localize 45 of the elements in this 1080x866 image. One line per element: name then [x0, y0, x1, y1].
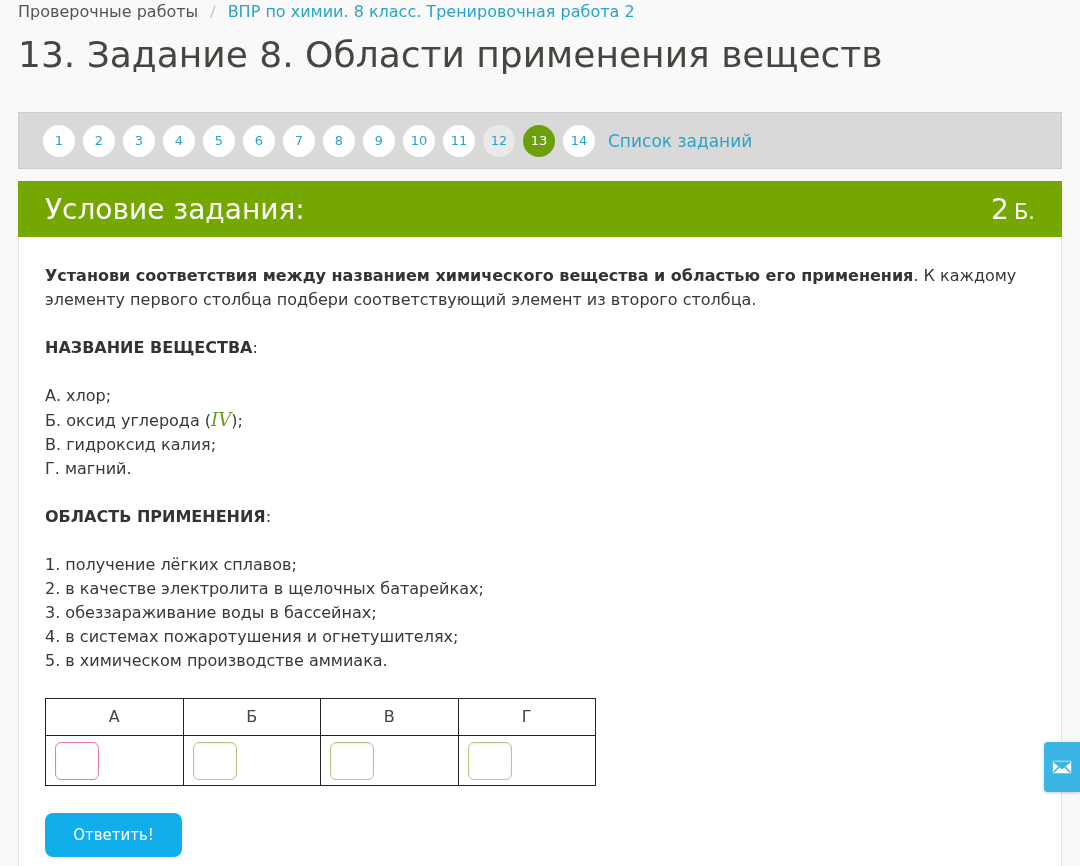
task-number-button[interactable]: 4 — [163, 124, 195, 157]
mail-button[interactable] — [1044, 742, 1080, 792]
task-number-button[interactable]: 7 — [283, 124, 315, 157]
answer-box[interactable] — [192, 741, 237, 780]
table-header-cell: А — [45, 698, 183, 736]
task-list-link[interactable]: Список заданий — [608, 130, 753, 151]
breadcrumb-item: Проверочные работы — [18, 1, 199, 23]
points-value: 2 — [991, 192, 1009, 226]
task-number-button[interactable]: 8 — [323, 124, 355, 157]
list-item-text: А. хлор; — [45, 385, 113, 407]
task-number-button[interactable]: 11 — [443, 124, 475, 157]
list-item-text: 4. в системах пожаротушения и огнетушителях; — [45, 626, 460, 648]
task-number-button[interactable]: 3 — [123, 124, 155, 157]
points-unit: Б. — [1013, 199, 1035, 224]
section-heading: ОБЛАСТЬ ПРИМЕНЕНИЯ: — [45, 506, 273, 528]
task-number-button[interactable]: 9 — [363, 124, 395, 157]
envelope-icon — [1052, 760, 1072, 774]
submit-button[interactable]: Ответить! — [45, 813, 182, 857]
section-heading: НАЗВАНИЕ ВЕЩЕСТВА: — [45, 337, 259, 359]
task-heading: Условие задания: — [45, 192, 305, 226]
table-header-cell: Г — [458, 698, 596, 736]
breadcrumb-link[interactable]: ВПР по химии. 8 класс. Тренировочная работа 2 — [227, 0, 635, 24]
task-number-button[interactable]: 12 — [483, 124, 515, 157]
answer-box[interactable] — [330, 741, 374, 780]
task-number-button[interactable]: 6 — [243, 124, 275, 157]
list-item-text: Г. магний. — [45, 458, 133, 480]
table-header-cell: В — [320, 698, 458, 736]
task-number-button[interactable]: 1 — [43, 124, 75, 157]
list-item-text: Б. оксид углерода (IV); — [45, 408, 244, 432]
task-number-button[interactable]: 13 — [523, 124, 555, 157]
answer-box[interactable] — [467, 741, 512, 780]
list-item-text: 2. в качестве электролита в щелочных батарейках; — [45, 578, 485, 600]
task-number-button[interactable]: 5 — [203, 124, 235, 157]
task-instructions: Установи соответствия между названием химического вещества и областью его применения. К каждому элементу первого столбца подбери соответствующий элемент из второго столбца. — [45, 265, 1018, 311]
list-item-text: В. гидроксид калия; — [45, 434, 218, 456]
task-number-button[interactable]: 10 — [403, 124, 435, 157]
list-item-text: 5. в химическом производстве аммиака. — [45, 650, 389, 672]
answer-box[interactable] — [55, 741, 99, 780]
page-title: 13. Задание 8. Области применения веществ — [18, 33, 884, 77]
task-number-button[interactable]: 14 — [563, 124, 595, 157]
list-item-text: 1. получение лёгких сплавов; — [45, 554, 298, 576]
task-number-button[interactable]: 2 — [83, 124, 115, 157]
list-item-text: 3. обеззараживание воды в бассейнах; — [45, 602, 378, 624]
breadcrumb-separator: / — [209, 1, 217, 23]
table-header-cell: Б — [183, 698, 321, 736]
